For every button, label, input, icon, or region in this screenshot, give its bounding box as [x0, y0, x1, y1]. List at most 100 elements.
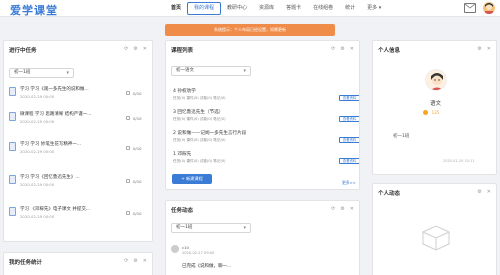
- chevron-down-icon: ▾: [243, 225, 246, 231]
- settings-icon[interactable]: ⚙: [133, 46, 137, 52]
- course-title: 1 邓稼先: [173, 152, 192, 157]
- entry-text: 已完成《说和做，聊一...: [182, 264, 232, 269]
- student-avatar: [171, 245, 179, 253]
- entry-count: c10: [182, 245, 189, 250]
- task-title: 学习 《邓稼先》电子课文 并提交...: [20, 207, 91, 212]
- settings-icon[interactable]: ⚙: [340, 206, 344, 212]
- refresh-icon[interactable]: ⟳: [331, 46, 335, 52]
- settings-icon[interactable]: ⚙: [477, 46, 481, 52]
- task-count: 0/10: [133, 146, 142, 151]
- card-title: 进行中任务: [9, 48, 37, 54]
- card-tools: ⟳ ⚙ ✕: [124, 46, 147, 52]
- close-icon[interactable]: ✕: [350, 46, 354, 52]
- main-nav: 首页 我的课程 教研中心 资源库 答题卡 在线组卷 统计 更多 ▾: [165, 0, 387, 17]
- task-title: 学习 学习 妙笔生花写精神一...: [20, 142, 82, 147]
- card-tools: ⟳ ⚙ ✕: [331, 206, 354, 212]
- coin-icon: [423, 110, 428, 115]
- more-link[interactable]: 更多>>: [342, 180, 356, 186]
- activity-entry[interactable]: c10 2020-02-27 09:00 已完成《说和做，聊一...: [171, 245, 351, 275]
- add-course-button[interactable]: + 新建课程: [172, 174, 212, 184]
- refresh-icon[interactable]: ⟳: [331, 206, 335, 212]
- task-title: 学习 学习《回忆鲁迅先生》...: [20, 175, 80, 180]
- course-item[interactable]: 4 孙权劝学 任务(0) 课件(0) 试卷(0) 笔记(0) 查看资料: [171, 88, 359, 106]
- class-select[interactable]: 初一1班 ▾: [9, 68, 74, 78]
- class-select[interactable]: 初一1班 ▾: [171, 223, 251, 233]
- profile-class: 初一1班: [393, 134, 410, 139]
- course-title: 4 孙权劝学: [173, 89, 196, 94]
- subject-select[interactable]: 初一语文 ▾: [171, 66, 251, 76]
- close-icon[interactable]: ✕: [143, 46, 147, 52]
- view-course-button[interactable]: 查看资料: [339, 137, 359, 143]
- refresh-icon[interactable]: ⟳: [124, 258, 128, 264]
- user-avatar[interactable]: [483, 2, 495, 14]
- card-title: 任务动态: [171, 208, 194, 214]
- submission-icon: [126, 211, 130, 215]
- refresh-icon[interactable]: ⟳: [124, 46, 128, 52]
- settings-icon[interactable]: ⚙: [133, 258, 137, 264]
- profile-avatar[interactable]: [425, 69, 447, 91]
- close-icon[interactable]: ✕: [350, 206, 354, 212]
- task-item[interactable]: 学习 学习《观一多先生的说和做... 2020-02-29 00:00 0/10: [9, 86, 152, 106]
- task-item[interactable]: 学习 学习 妙笔生花写精神一... 2020-02-29 00:00 0/10: [9, 141, 152, 161]
- document-icon: [9, 207, 16, 216]
- course-list-card: 课程列表 ⟳ ⚙ ✕ 初一语文 ▾ 4 孙权劝学 任务(0) 课件(0) 试卷(…: [165, 40, 360, 190]
- settings-icon[interactable]: ⚙: [340, 46, 344, 52]
- course-meta: 任务(0) 课件(0) 试卷(0) 笔记(0): [173, 138, 226, 142]
- coin-row: 135: [423, 110, 439, 117]
- task-date: 2020-02-29 00:00: [20, 149, 55, 154]
- card-tools: ⟳ ⚙ ✕: [331, 46, 354, 52]
- task-item[interactable]: 微课程 学习 思路清晰 结构严谨一... 2020-02-29 00:00 0/…: [9, 111, 152, 131]
- card-title: 课程列表: [171, 48, 194, 54]
- mail-icon[interactable]: [464, 3, 476, 13]
- system-toast: 系统提示：个人布局已经设置，如需更新: [165, 24, 335, 36]
- submission-icon: [126, 91, 130, 95]
- card-title: 个人动态: [378, 191, 401, 197]
- course-item[interactable]: 2 说和做——记闻一多先生言行片段 任务(0) 课件(0) 试卷(0) 笔记(0…: [171, 130, 359, 148]
- card-tools: ⚙ ✕: [477, 189, 491, 195]
- card-title: 个人信息: [378, 48, 401, 54]
- personal-activity-card: 个人动态 ⚙ ✕: [372, 183, 497, 275]
- nav-statistics[interactable]: 统计: [339, 0, 361, 17]
- close-icon[interactable]: ✕: [487, 189, 491, 195]
- card-title: 我的任务统计: [9, 260, 43, 266]
- nav-online-paper[interactable]: 在线组卷: [307, 0, 339, 17]
- close-icon[interactable]: ✕: [487, 46, 491, 52]
- task-date: 2020-02-29 00:00: [20, 119, 55, 124]
- course-item[interactable]: 3 回忆鲁迅先生（节选） 任务(0) 课件(0) 试卷(0) 笔记(0) 查看资…: [171, 109, 359, 127]
- document-icon: [9, 175, 16, 184]
- view-course-button[interactable]: 查看资料: [339, 116, 359, 122]
- document-icon: [9, 87, 16, 96]
- top-navigation-bar: 爱学课堂 首页 我的课程 教研中心 资源库 答题卡 在线组卷 统计 更多 ▾: [0, 0, 500, 17]
- nav-my-courses[interactable]: 我的课程: [187, 2, 222, 15]
- document-icon: [9, 112, 16, 121]
- card-tools: ⟳ ⚙ ✕: [124, 258, 147, 264]
- coin-count: 135: [431, 110, 440, 115]
- view-course-button[interactable]: 查看资料: [339, 158, 359, 164]
- nav-resource-library[interactable]: 资源库: [253, 0, 280, 17]
- nav-more[interactable]: 更多 ▾: [361, 0, 387, 17]
- entry-date: 2020-02-27 09:00: [182, 251, 215, 255]
- nav-home[interactable]: 首页: [165, 0, 187, 17]
- profile-card: 个人信息 ⚙ ✕ 语文 135 初一1班 2020-01-20 10:11: [372, 40, 497, 175]
- submission-icon: [126, 116, 130, 120]
- card-tools: ⚙ ✕: [477, 46, 491, 52]
- task-item[interactable]: 学习 《邓稼先》电子课文 并提交... 2020-02-29 00:00 0/1…: [9, 206, 152, 226]
- nav-teaching-center[interactable]: 教研中心: [221, 0, 253, 17]
- view-course-button[interactable]: 查看资料: [339, 95, 359, 101]
- nav-answer-card[interactable]: 答题卡: [280, 0, 307, 17]
- task-count: 0/10: [133, 91, 142, 96]
- task-count: 0/10: [133, 179, 142, 184]
- subject-select-value: 初一语文: [176, 68, 194, 73]
- tasks-in-progress-card: 进行中任务 ⟳ ⚙ ✕ 初一1班 ▾ 学习 学习《观一多先生的说和做... 20…: [3, 40, 153, 242]
- task-title: 学习 学习《观一多先生的说和做...: [20, 87, 89, 92]
- settings-icon[interactable]: ⚙: [477, 189, 481, 195]
- close-icon[interactable]: ✕: [143, 258, 147, 264]
- course-item[interactable]: 1 邓稼先 任务(0) 课件(0) 试卷(0) 笔记(0) 查看资料: [171, 151, 359, 169]
- course-meta: 任务(0) 课件(0) 试卷(0) 笔记(0): [173, 117, 226, 121]
- task-item[interactable]: 学习 学习《回忆鲁迅先生》... 2020-02-29 00:00 0/10: [9, 174, 152, 194]
- class-select-value: 初一1班: [176, 225, 193, 230]
- course-title: 3 回忆鲁迅先生（节选）: [173, 110, 224, 115]
- chevron-down-icon: ▾: [243, 68, 246, 74]
- app-logo[interactable]: 爱学课堂: [10, 2, 58, 18]
- course-meta: 任务(0) 课件(0) 试卷(0) 笔记(0): [173, 96, 226, 100]
